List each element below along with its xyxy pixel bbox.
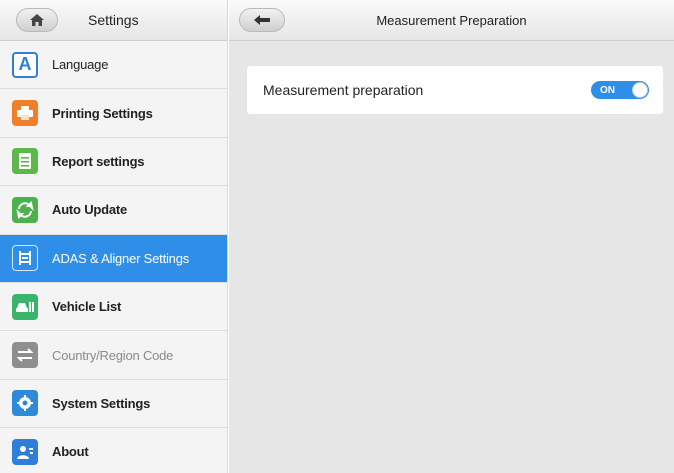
adas-icon bbox=[12, 245, 38, 272]
sidebar-item-label: Auto Update bbox=[52, 202, 128, 218]
sidebar-item-label: Vehicle List bbox=[52, 299, 122, 315]
sidebar-item-label: Language bbox=[52, 57, 109, 73]
sidebar-item-label: System Settings bbox=[52, 395, 151, 411]
settings-sidebar: Settings A Language Printing Settings Re… bbox=[0, 0, 228, 473]
settings-menu: A Language Printing Settings Report sett… bbox=[0, 41, 227, 473]
sidebar-item-label: About bbox=[52, 444, 89, 460]
toggle-state-text: ON bbox=[600, 84, 615, 96]
vehicle-list-icon bbox=[12, 293, 38, 320]
setting-label: Measurement preparation bbox=[263, 82, 424, 98]
sidebar-item-adas-aligner-settings[interactable]: ADAS & Aligner Settings bbox=[0, 234, 227, 283]
country-region-icon bbox=[12, 342, 38, 369]
sidebar-item-label: Report settings bbox=[52, 153, 145, 169]
sidebar-item-printing-settings[interactable]: Printing Settings bbox=[0, 89, 227, 138]
report-icon bbox=[12, 148, 38, 175]
measurement-preparation-toggle[interactable]: ON bbox=[591, 81, 649, 99]
sidebar-item-label: ADAS & Aligner Settings bbox=[52, 250, 190, 266]
page-title: Measurement Preparation bbox=[376, 13, 527, 28]
measurement-preparation-row: Measurement preparation ON bbox=[247, 66, 663, 114]
toggle-knob bbox=[632, 82, 648, 98]
sidebar-item-language[interactable]: A Language bbox=[0, 41, 227, 90]
sidebar-item-system-settings[interactable]: System Settings bbox=[0, 379, 227, 429]
sidebar-item-label: Country/Region Code bbox=[52, 347, 174, 363]
sidebar-item-vehicle-list[interactable]: Vehicle List bbox=[0, 282, 227, 332]
sidebar-item-label: Printing Settings bbox=[52, 105, 153, 121]
about-icon bbox=[12, 438, 38, 465]
home-button[interactable] bbox=[16, 8, 58, 32]
sidebar-item-report-settings[interactable]: Report settings bbox=[0, 137, 227, 187]
main-panel: Measurement Preparation Measurement prep… bbox=[229, 0, 674, 473]
sidebar-item-auto-update[interactable]: Auto Update bbox=[0, 186, 227, 235]
home-icon bbox=[30, 14, 44, 26]
main-header: Measurement Preparation bbox=[229, 0, 674, 41]
sidebar-item-about[interactable]: About bbox=[0, 428, 227, 473]
sidebar-item-country-region-code[interactable]: Country/Region Code bbox=[0, 331, 227, 380]
system-settings-icon bbox=[12, 390, 38, 417]
language-icon: A bbox=[12, 51, 38, 78]
printer-icon bbox=[12, 100, 38, 127]
sidebar-title: Settings bbox=[88, 12, 139, 28]
update-icon bbox=[12, 196, 38, 223]
sidebar-header: Settings bbox=[0, 0, 227, 41]
